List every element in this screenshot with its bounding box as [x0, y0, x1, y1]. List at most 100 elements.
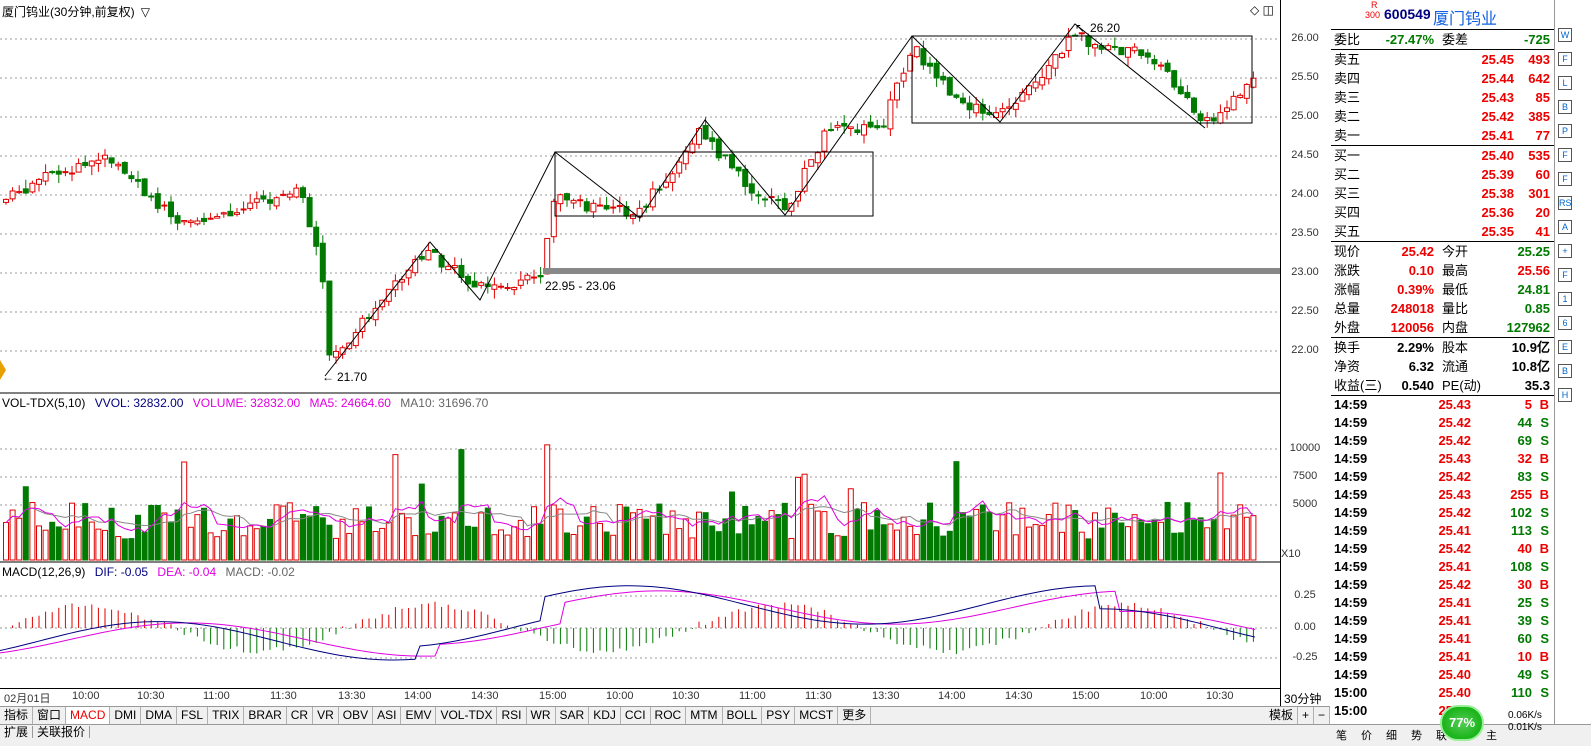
indicator-tab[interactable]: MACD [66, 707, 111, 724]
indicator-tab[interactable]: 窗口 [33, 707, 67, 724]
weibi-row: 委比 -27.47% 委差 -725 [1331, 30, 1554, 49]
tick-price: 25.41 [1438, 523, 1471, 538]
volume-bar [973, 508, 980, 561]
trend-drawings[interactable] [324, 23, 1253, 377]
tick-row: 14:59 25.41 60 S [1331, 630, 1554, 648]
row-price: 25.44 [1481, 71, 1514, 86]
side-tool-icon[interactable]: H [1558, 388, 1572, 402]
tick-time: 14:59 [1334, 541, 1368, 556]
bottom-tab-related[interactable]: 关联报价 [33, 726, 91, 738]
chart-title[interactable]: 厦门钨业(30分钟,前复权) ▽ [2, 3, 156, 20]
indicator-tab[interactable]: BRAR [244, 707, 287, 724]
volume-bar [1085, 538, 1092, 561]
side-tool-icon[interactable]: F [1558, 172, 1572, 186]
side-tool-icon[interactable]: L [1558, 76, 1572, 90]
chart-area[interactable]: 厦门钨业(30分钟,前复权) ▽ ◇ ◫ 26.20 21.70 22.95 - 23… [0, 0, 1330, 724]
side-tool-icon[interactable]: F [1558, 148, 1572, 162]
indicator-tab[interactable]: CR [287, 707, 314, 724]
side-tool-icon[interactable]: F [1558, 268, 1572, 282]
indicator-tab[interactable]: ROC [651, 707, 687, 724]
indicator-tab[interactable]: VOL-TDX [436, 707, 498, 724]
indicator-tab[interactable]: MTM [686, 707, 723, 724]
row-volume: 20 [1535, 205, 1550, 220]
side-tool-icon[interactable]: B [1558, 100, 1572, 114]
side-tool-icon[interactable]: B [1558, 364, 1572, 378]
stat-value-2: 24.81 [1517, 282, 1550, 297]
bottom-tab-extend[interactable]: 扩展 [0, 726, 34, 738]
tick-volume: 30 [1517, 577, 1532, 592]
indicator-tab[interactable]: FSL [177, 707, 209, 724]
scroll-left-icon[interactable] [0, 360, 6, 380]
candle [36, 177, 42, 192]
side-tool-icon[interactable]: 6 [1558, 316, 1572, 330]
indicator-tab[interactable]: TRIX [208, 707, 245, 724]
tick-list[interactable]: 14:59 25.43 5 B 14:59 25.42 44 S 14:59 25.42 69 S 14… [1331, 396, 1554, 720]
fund-row: 净资 6.32 流通 10.8亿 [1331, 357, 1554, 376]
side-tool-icon[interactable]: P [1558, 124, 1572, 138]
volume-bar [379, 527, 386, 561]
bottom-right-tab[interactable]: 价 [1361, 730, 1372, 742]
candle [986, 105, 993, 117]
indicator-tab[interactable]: 更多 [838, 707, 872, 724]
tick-time: 14:59 [1334, 487, 1368, 502]
cpu-usage-badge[interactable]: 77% [1440, 705, 1484, 741]
side-tool-icon[interactable]: W [1558, 28, 1572, 42]
template-button[interactable]: 模板 [1265, 707, 1298, 724]
volume-panel-name: VOL-TDX(5,10) [2, 396, 86, 410]
indicator-tab[interactable]: CCI [621, 707, 651, 724]
indicator-tab[interactable]: DMI [110, 707, 142, 724]
candle [313, 220, 320, 256]
period-label[interactable]: 30分钟 [1284, 690, 1321, 707]
candle [781, 192, 788, 212]
menu-triangle-icon[interactable]: ▽ [141, 5, 150, 19]
candle [762, 196, 768, 208]
candle [55, 165, 62, 184]
quote-row: 买四 25.36 20 [1331, 203, 1554, 222]
candle [1052, 54, 1059, 77]
side-tool-icon[interactable]: + [1558, 244, 1572, 258]
indicator-tab[interactable]: MCST [795, 707, 839, 724]
candle [69, 165, 75, 182]
bottom-right-tab[interactable]: 笔 [1336, 730, 1347, 742]
side-tool-icon[interactable]: F [1558, 52, 1572, 66]
candlestick-chart[interactable]: 26.20 21.70 22.95 - 23.06 ↖ ← [0, 0, 1280, 706]
volume-bar [115, 536, 122, 561]
volume-bar [36, 525, 42, 561]
indicator-tab[interactable]: RSI [497, 707, 527, 724]
candle [168, 196, 174, 225]
dea-value: DEA: -0.04 [157, 565, 217, 579]
indicator-tab[interactable]: SAR [556, 707, 590, 724]
side-tool-icon[interactable]: 1 [1558, 292, 1572, 306]
remove-button[interactable]: − [1314, 707, 1330, 724]
candle [108, 157, 115, 169]
tick-time: 14:59 [1334, 451, 1368, 466]
side-tool-icon[interactable]: RS [1558, 196, 1572, 210]
indicator-tab[interactable]: 指标 [0, 707, 34, 724]
add-button[interactable]: + [1298, 707, 1314, 724]
indicator-tab[interactable]: KDJ [589, 707, 621, 724]
indicator-tab[interactable]: PSY [762, 707, 796, 724]
indicator-tab[interactable]: BOLL [723, 707, 763, 724]
bottom-right-tab[interactable]: 势 [1411, 730, 1422, 742]
indicator-tab[interactable]: DMA [141, 707, 178, 724]
volume-bar [1078, 531, 1085, 561]
side-tool-icon[interactable]: E [1558, 340, 1572, 354]
indicator-tab[interactable]: OBV [339, 707, 374, 724]
volume-bar [788, 537, 795, 561]
indicator-tab[interactable]: VR [313, 707, 339, 724]
candle [62, 167, 69, 177]
side-tool-icon[interactable]: A [1558, 220, 1572, 234]
volume-bar [550, 504, 557, 561]
indicator-tab[interactable]: EMV [401, 707, 437, 724]
fund-value-2: 10.9亿 [1511, 340, 1550, 355]
volume-bar [623, 506, 630, 561]
volume-bar [847, 488, 854, 561]
volume-bar [141, 531, 148, 561]
bottom-right-tab[interactable]: 细 [1386, 730, 1397, 742]
candle [82, 155, 89, 169]
bottom-right-tab[interactable]: 主 [1486, 730, 1497, 742]
volume-bar [1164, 501, 1171, 561]
indicator-tab[interactable]: WR [527, 707, 556, 724]
indicator-tab[interactable]: ASI [373, 707, 402, 724]
volume-bar [458, 449, 465, 561]
